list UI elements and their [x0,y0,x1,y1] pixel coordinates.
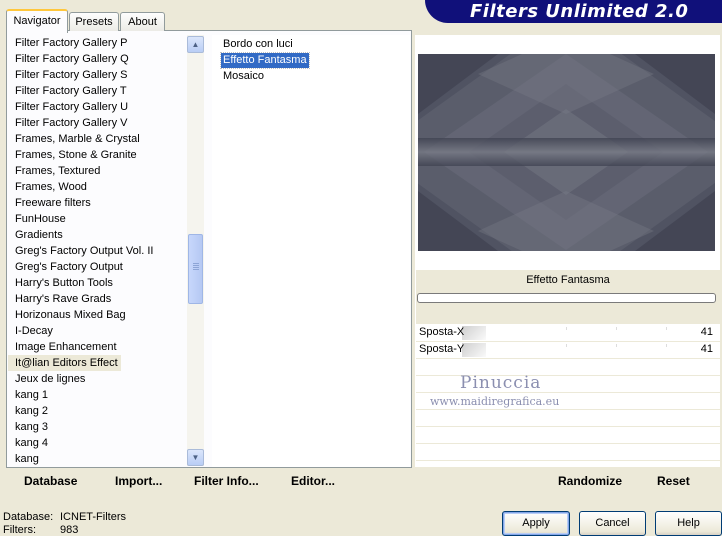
category-item[interactable]: Filter Factory Gallery Q [8,51,186,67]
category-item[interactable]: Frames, Stone & Granite [8,147,186,163]
empty-slider-row [416,427,720,444]
status-database-value: ICNET-Filters [60,511,126,523]
editor-button[interactable]: Editor... [291,474,335,488]
category-item[interactable]: Frames, Marble & Crystal [8,131,186,147]
banner-title: Filters Unlimited 2.0 [470,1,689,22]
empty-slider-row [416,410,720,427]
category-item-selected[interactable]: It@lian Editors Effect [8,355,121,371]
slider-label: Sposta-X [419,326,465,338]
category-item[interactable]: Frames, Wood [8,179,186,195]
status-filters-label: Filters: [3,524,36,536]
category-item[interactable]: kang 1 [8,387,186,403]
slider-track[interactable] [462,326,486,340]
effect-name: Effetto Fantasma [526,274,610,286]
category-item[interactable]: FunHouse [8,211,186,227]
filter-info-button[interactable]: Filter Info... [194,474,259,488]
status-filters: Filters: 983 [3,524,78,536]
status-database-label: Database: [3,511,54,523]
category-item[interactable]: Harry's Rave Grads [8,291,186,307]
slider-track[interactable] [462,343,486,357]
tab-presets[interactable]: Presets [69,12,119,31]
category-item[interactable]: Image Enhancement [8,339,186,355]
scroll-up-button[interactable]: ▲ [187,36,204,53]
slider-label: Sposta-Y [419,343,465,355]
category-item[interactable]: Harry's Button Tools [8,275,186,291]
cancel-button[interactable]: Cancel [579,511,646,536]
status-database: Database: ICNET-Filters [3,511,126,523]
category-item[interactable]: kang 3 [8,419,186,435]
category-item[interactable]: Gradients [8,227,186,243]
category-item[interactable]: I-Decay [8,323,186,339]
tab-about[interactable]: About [120,12,165,31]
category-item[interactable]: Greg's Factory Output [8,259,186,275]
slider-sposta-x[interactable]: Sposta-X 41 [416,325,720,342]
scroll-thumb[interactable] [188,234,203,304]
preview-image [418,54,715,251]
empty-slider-row [416,444,720,461]
slider-value: 41 [700,326,713,338]
randomize-button[interactable]: Randomize [558,474,622,488]
help-button[interactable]: Help [655,511,722,536]
slider-sposta-y[interactable]: Sposta-Y 41 [416,342,720,359]
category-item[interactable]: Freeware filters [8,195,186,211]
database-button[interactable]: Database [24,474,77,488]
apply-button[interactable]: Apply [502,511,570,536]
category-item[interactable]: Greg's Factory Output Vol. II [8,243,186,259]
category-item[interactable]: kang 4 [8,435,186,451]
category-item[interactable]: Jeux de lignes [8,371,186,387]
category-item[interactable]: Horizonaus Mixed Bag [8,307,186,323]
scroll-down-button[interactable]: ▼ [187,449,204,466]
category-item[interactable]: Frames, Textured [8,163,186,179]
category-item[interactable]: Filter Factory Gallery T [8,83,186,99]
category-item[interactable]: kang 2 [8,403,186,419]
slider-value: 41 [700,343,713,355]
filter-item[interactable]: Bordo con luci [221,37,295,52]
status-filters-value: 983 [60,524,79,536]
category-item[interactable]: Filter Factory Gallery V [8,115,186,131]
category-item[interactable]: Filter Factory Gallery P [8,35,186,51]
filter-item-selected[interactable]: Effetto Fantasma [220,52,310,69]
watermark-name: Pinuccia [460,373,542,393]
category-item[interactable]: Filter Factory Gallery U [8,99,186,115]
tab-navigator[interactable]: Navigator [6,9,68,33]
reset-button[interactable]: Reset [657,474,690,488]
import-button[interactable]: Import... [115,474,162,488]
preview-ghost-effect [418,54,715,251]
category-scrollbar[interactable]: ▲ ▼ [187,35,204,466]
category-item[interactable]: Filter Factory Gallery S [8,67,186,83]
category-item[interactable]: kang [8,451,186,467]
watermark-url: www.maidiregrafica.eu [430,395,560,408]
filter-list: Bordo con luci Effetto Fantasma Mosaico [212,35,410,467]
progress-bar [417,293,716,303]
category-list[interactable]: Filter Factory Gallery P Filter Factory G… [8,35,186,467]
filter-item[interactable]: Mosaico [221,69,266,84]
